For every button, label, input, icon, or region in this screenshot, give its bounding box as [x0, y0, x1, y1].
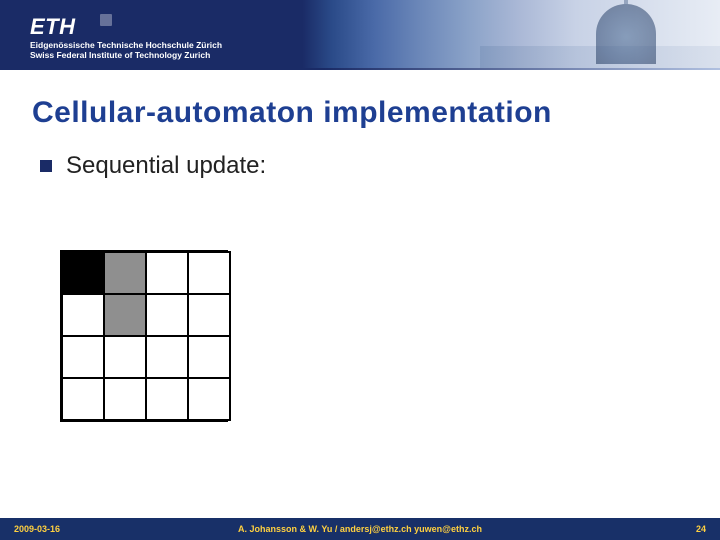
bullet-text: Sequential update: — [66, 152, 266, 180]
cell-2-1 — [103, 335, 147, 379]
automaton-grid — [60, 250, 228, 422]
footer-date: 2009-03-16 — [14, 524, 60, 534]
cell-3-1 — [103, 377, 147, 421]
footer-bar: 2009-03-16 A. Johansson & W. Yu / anders… — [0, 518, 720, 540]
cell-2-3 — [187, 335, 231, 379]
cell-1-2 — [145, 293, 189, 337]
eth-subtitle-line1: Eidgenössische Technische Hochschule Zür… — [30, 40, 222, 50]
eth-subtitle: Eidgenössische Technische Hochschule Zür… — [30, 40, 222, 60]
eth-logo: ETH — [30, 14, 76, 40]
bullet-item: Sequential update: — [40, 152, 266, 180]
cell-1-3 — [187, 293, 231, 337]
grid-4x4 — [60, 250, 228, 422]
cell-1-0 — [61, 293, 105, 337]
cell-3-0 — [61, 377, 105, 421]
eth-subtitle-line2: Swiss Federal Institute of Technology Zu… — [30, 50, 210, 60]
cell-1-1 — [103, 293, 147, 337]
cell-2-0 — [61, 335, 105, 379]
slide-title: Cellular-automaton implementation — [32, 96, 552, 130]
slide: ETH Eidgenössische Technische Hochschule… — [0, 0, 720, 540]
dome-graphic — [596, 4, 656, 64]
footer-authors: A. Johansson & W. Yu / andersj@ethz.ch y… — [238, 524, 482, 534]
bullet-square-icon — [40, 160, 52, 172]
cell-3-2 — [145, 377, 189, 421]
eth-logo-accent — [100, 14, 112, 26]
cell-2-2 — [145, 335, 189, 379]
header-rule — [0, 68, 720, 70]
cell-0-2 — [145, 251, 189, 295]
cell-0-0 — [61, 251, 105, 295]
cell-3-3 — [187, 377, 231, 421]
cell-0-3 — [187, 251, 231, 295]
footer-page-number: 24 — [696, 524, 706, 534]
header-band: ETH Eidgenössische Technische Hochschule… — [0, 0, 720, 68]
cell-0-1 — [103, 251, 147, 295]
